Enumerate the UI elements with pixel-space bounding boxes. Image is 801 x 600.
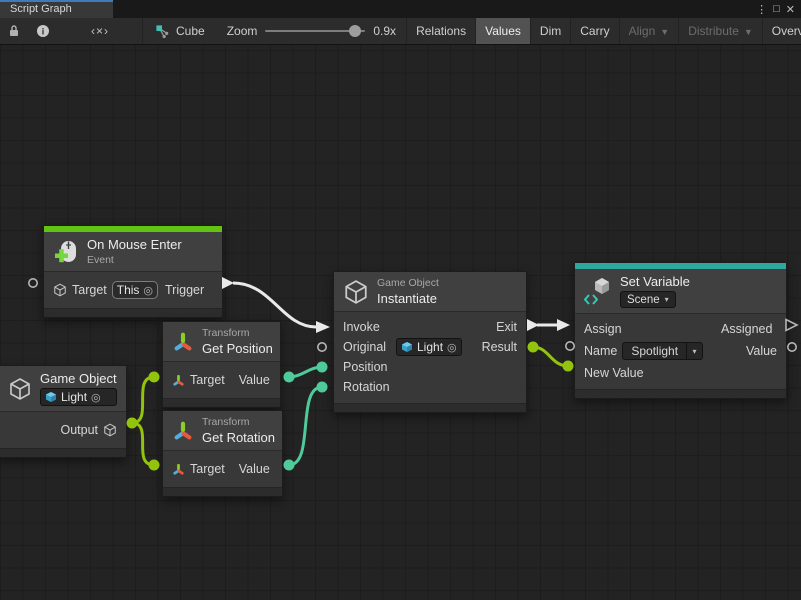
zoom-control: Zoom 0.9x: [217, 18, 406, 44]
lock-button[interactable]: [0, 18, 28, 44]
node-category: Game Object: [377, 277, 439, 289]
dim-button[interactable]: Dim: [531, 18, 571, 44]
object-picker-icon[interactable]: ◎: [143, 284, 153, 297]
output-port-label: Output: [60, 423, 98, 437]
target-port-label: Target: [190, 373, 225, 387]
result-port-label: Result: [482, 340, 517, 354]
exit-port-label: Exit: [496, 320, 517, 334]
node-title: Game Object: [40, 371, 124, 386]
zoom-label: Zoom: [227, 24, 258, 38]
zoom-slider-handle[interactable]: [349, 25, 361, 37]
node-get-position[interactable]: Transform Get Position Target Value: [162, 321, 281, 408]
value-port-label: Value: [239, 462, 270, 476]
graph-breadcrumb[interactable]: Cube: [143, 18, 217, 44]
info-icon: i: [36, 24, 50, 38]
unity-object-icon: [401, 341, 413, 353]
transform-axis-icon: [172, 331, 194, 353]
node-get-rotation[interactable]: Transform Get Rotation Target Value: [162, 410, 283, 497]
script-graph-window: Script Graph ⋮ □ ✕ i ‹×›: [0, 0, 801, 600]
game-object-value-field[interactable]: Light ◎: [40, 388, 117, 406]
original-port-label: Original: [343, 340, 391, 354]
graph-icon: [155, 24, 170, 39]
transform-axis-icon: [172, 420, 194, 442]
target-port-label: Target: [190, 462, 225, 476]
node-category: Transform: [202, 327, 271, 339]
node-footer: [334, 403, 526, 412]
chevron-down-icon: ▼: [744, 27, 753, 37]
object-picker-icon[interactable]: ◎: [447, 341, 457, 354]
transform-axis-icon: [172, 374, 185, 387]
graph-toolbar: i ‹×› Cube Zoom 0.9x Relation: [0, 18, 801, 45]
rotation-port-label: Rotation: [343, 380, 393, 394]
value-port-label: Value: [746, 344, 777, 358]
relations-button[interactable]: Relations: [407, 18, 476, 44]
edit-graph-button[interactable]: ‹×›: [58, 18, 143, 44]
graph-name: Cube: [176, 24, 205, 38]
chevron-down-icon: ▾: [665, 295, 669, 304]
node-title: On Mouse Enter: [87, 237, 182, 252]
trigger-port-label: Trigger: [165, 283, 213, 297]
name-port-label: Name: [584, 344, 617, 358]
transform-axis-icon: [172, 463, 185, 476]
cube-icon: [103, 423, 117, 437]
node-on-mouse-enter[interactable]: On Mouse Enter Event Target This ◎ Trigg…: [43, 225, 223, 318]
node-title: Instantiate: [377, 291, 439, 306]
node-instantiate[interactable]: Game Object Instantiate Invoke Exit Orig…: [333, 271, 527, 413]
inspect-button[interactable]: i: [28, 18, 58, 44]
distribute-button[interactable]: Distribute ▼: [679, 18, 763, 44]
object-picker-icon[interactable]: ◎: [91, 391, 101, 404]
invoke-port-label: Invoke: [343, 320, 387, 334]
tab-script-graph[interactable]: Script Graph: [0, 0, 113, 18]
cube-icon: [53, 283, 67, 297]
node-footer: [163, 487, 282, 496]
target-inline-field[interactable]: This ◎: [112, 281, 158, 299]
node-game-object-literal[interactable]: Game Object Light ◎ Output: [0, 365, 127, 458]
cube-icon: [8, 377, 32, 401]
maximize-icon[interactable]: □: [773, 3, 780, 15]
chevron-down-icon: ▼: [660, 27, 669, 37]
svg-text:i: i: [42, 27, 45, 37]
lock-icon: [8, 24, 20, 38]
node-title: Set Variable: [620, 274, 690, 289]
assign-port-label: Assign: [584, 322, 626, 336]
assigned-port-label: Assigned: [721, 322, 777, 336]
value-port-label: Value: [239, 373, 270, 387]
chevron-down-icon: ▾: [686, 343, 702, 359]
kebab-menu-icon[interactable]: ⋮: [756, 3, 767, 16]
original-inline-field[interactable]: Light ◎: [396, 338, 462, 356]
node-set-variable[interactable]: Set Variable Scene ▾ Assign Assigned Nam…: [574, 262, 787, 399]
close-icon[interactable]: ✕: [786, 3, 795, 16]
node-footer: [0, 448, 126, 457]
new-value-port-label: New Value: [584, 366, 644, 380]
carry-button[interactable]: Carry: [571, 18, 619, 44]
node-footer: [44, 308, 222, 317]
align-button[interactable]: Align ▼: [620, 18, 680, 44]
zoom-value: 0.9x: [373, 24, 396, 38]
node-footer: [163, 398, 280, 407]
overview-button[interactable]: Overview: [763, 18, 801, 44]
node-title: Get Rotation: [202, 430, 286, 445]
variable-kind-dropdown[interactable]: Scene ▾: [620, 291, 676, 308]
mouse-enter-icon: [53, 239, 79, 265]
cube-icon: [343, 279, 369, 305]
tab-strip: Script Graph ⋮ □ ✕: [0, 0, 801, 18]
node-title: Get Position: [202, 341, 284, 356]
code-icon: ‹×›: [67, 24, 133, 38]
unity-variable-icon: [584, 277, 612, 305]
unity-object-icon: [45, 391, 57, 403]
values-button[interactable]: Values: [476, 18, 531, 44]
node-footer: [575, 389, 786, 398]
zoom-slider[interactable]: [265, 30, 365, 32]
position-port-label: Position: [343, 360, 393, 374]
node-subtitle: Event: [87, 254, 182, 266]
target-port-label: Target: [72, 283, 107, 297]
node-category: Transform: [202, 416, 273, 428]
variable-name-dropdown[interactable]: Spotlight ▾: [622, 342, 703, 360]
